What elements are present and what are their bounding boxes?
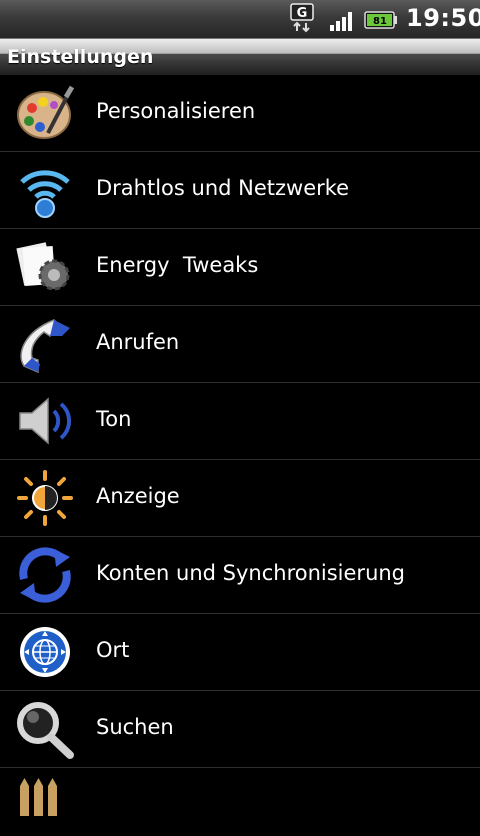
page-title: Einstellungen — [7, 46, 154, 68]
settings-item-search[interactable]: Suchen — [0, 691, 480, 768]
network-g-icon: G — [290, 3, 318, 33]
item-label: Konten und Synchronisierung — [96, 561, 406, 585]
speaker-icon — [14, 391, 76, 451]
settings-item-sound[interactable]: Ton — [0, 383, 480, 460]
settings-item-personalisieren[interactable]: Personalisieren — [0, 75, 480, 152]
status-bar: G 81 19:50 — [0, 0, 480, 38]
svg-text:G: G — [297, 6, 308, 21]
item-label: Suchen — [96, 715, 174, 739]
palette-icon — [14, 83, 76, 143]
sync-icon — [14, 545, 76, 605]
gear-document-icon — [14, 237, 76, 297]
settings-item-location[interactable]: Ort — [0, 614, 480, 691]
magnifier-icon — [14, 699, 76, 759]
settings-item-wireless[interactable]: Drahtlos und Netzwerke — [0, 152, 480, 229]
item-label: Drahtlos und Netzwerke — [96, 176, 350, 200]
signal-strength-icon — [328, 10, 356, 32]
settings-item-calls[interactable]: Anrufen — [0, 306, 480, 383]
item-label: Ort — [96, 638, 130, 662]
settings-item-energy-tweaks[interactable]: Energy Tweaks — [0, 229, 480, 306]
status-time: 19:50 — [406, 4, 480, 32]
settings-list: Personalisieren Drahtlos und Netzwerke E… — [0, 75, 480, 816]
wifi-icon — [14, 160, 76, 220]
page-header: Einstellungen — [0, 38, 480, 75]
privacy-icon — [14, 776, 76, 836]
globe-location-icon — [14, 622, 76, 682]
phone-handset-icon — [14, 314, 76, 374]
item-label: Anrufen — [96, 330, 180, 354]
brightness-icon — [14, 468, 76, 528]
settings-item-display[interactable]: Anzeige — [0, 460, 480, 537]
item-label: Ton — [96, 407, 132, 431]
item-label: Energy Tweaks — [96, 253, 259, 277]
settings-item-accounts-sync[interactable]: Konten und Synchronisierung — [0, 537, 480, 614]
settings-item-partial[interactable] — [0, 768, 480, 816]
item-label: Anzeige — [96, 484, 180, 508]
svg-text:81: 81 — [373, 16, 387, 27]
item-label: Personalisieren — [96, 99, 256, 123]
battery-icon: 81 — [364, 10, 398, 30]
